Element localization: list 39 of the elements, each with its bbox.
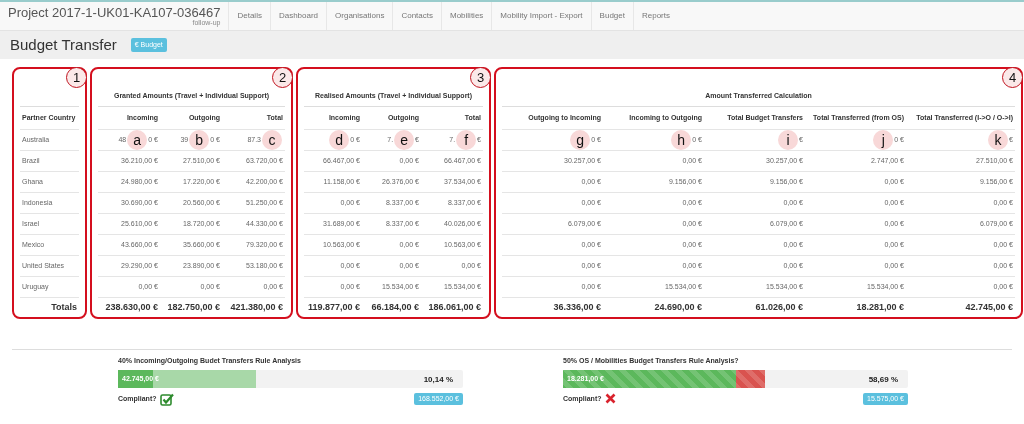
annotation-marker: k bbox=[988, 130, 1009, 150]
nav-link[interactable]: Mobilities bbox=[441, 2, 492, 30]
annotation-marker: c bbox=[262, 130, 282, 150]
annotation-marker: g bbox=[570, 130, 591, 150]
annotation-marker: i bbox=[778, 130, 799, 150]
total-cell-text: 61.026,00 € bbox=[754, 300, 804, 314]
project-title: Project 2017-1-UK01-KA107-036467 bbox=[8, 6, 221, 19]
annotation-number: 2 bbox=[272, 67, 293, 88]
total-cell-text: Totals bbox=[50, 300, 78, 314]
annotation-marker: f bbox=[456, 130, 477, 150]
percent-text: 58,69 % bbox=[868, 373, 898, 386]
annotation-marker: d bbox=[329, 130, 350, 150]
total-cell-text: 42.745,00 € bbox=[964, 300, 1014, 314]
total-cell-text: 186.061,00 € bbox=[427, 300, 482, 314]
annotation-marker: j bbox=[873, 130, 894, 150]
nav-link[interactable]: Organisations bbox=[326, 2, 393, 30]
page-title: Budget Transfer bbox=[10, 34, 117, 55]
total-cell-text: 24.690,00 € bbox=[653, 300, 703, 314]
total-cell-text: 18.281,00 € bbox=[855, 300, 905, 314]
nav-link[interactable]: Dashboard bbox=[269, 2, 327, 30]
total-cell-text: 36.336,00 € bbox=[552, 300, 602, 314]
total-cell-text: 421.380,00 € bbox=[229, 300, 284, 314]
total-cell-text: 182.750,00 € bbox=[166, 300, 221, 314]
total-cell-text: 119.877,00 € bbox=[306, 300, 361, 314]
nav-link[interactable]: Budget bbox=[590, 2, 633, 30]
annotation-marker: e bbox=[394, 130, 415, 150]
total-cell-text: 66.184,00 € bbox=[370, 300, 420, 314]
percent-text: 10,14 % bbox=[423, 373, 453, 386]
total-cell-text: 238.630,00 € bbox=[104, 300, 159, 314]
annotation-number: 3 bbox=[470, 67, 491, 88]
annotation-marker: b bbox=[189, 130, 210, 150]
nav-link[interactable]: Reports bbox=[632, 2, 678, 30]
annotation-marker: a bbox=[127, 130, 148, 150]
annotation-number: 1 bbox=[66, 67, 87, 88]
annotation-number: 4 bbox=[1002, 67, 1023, 88]
nav-link[interactable]: Mobility Import - Export bbox=[491, 2, 591, 30]
nav-link[interactable]: Contacts bbox=[392, 2, 441, 30]
nav-link[interactable]: Details bbox=[228, 2, 270, 30]
annotation-marker: h bbox=[671, 130, 692, 150]
